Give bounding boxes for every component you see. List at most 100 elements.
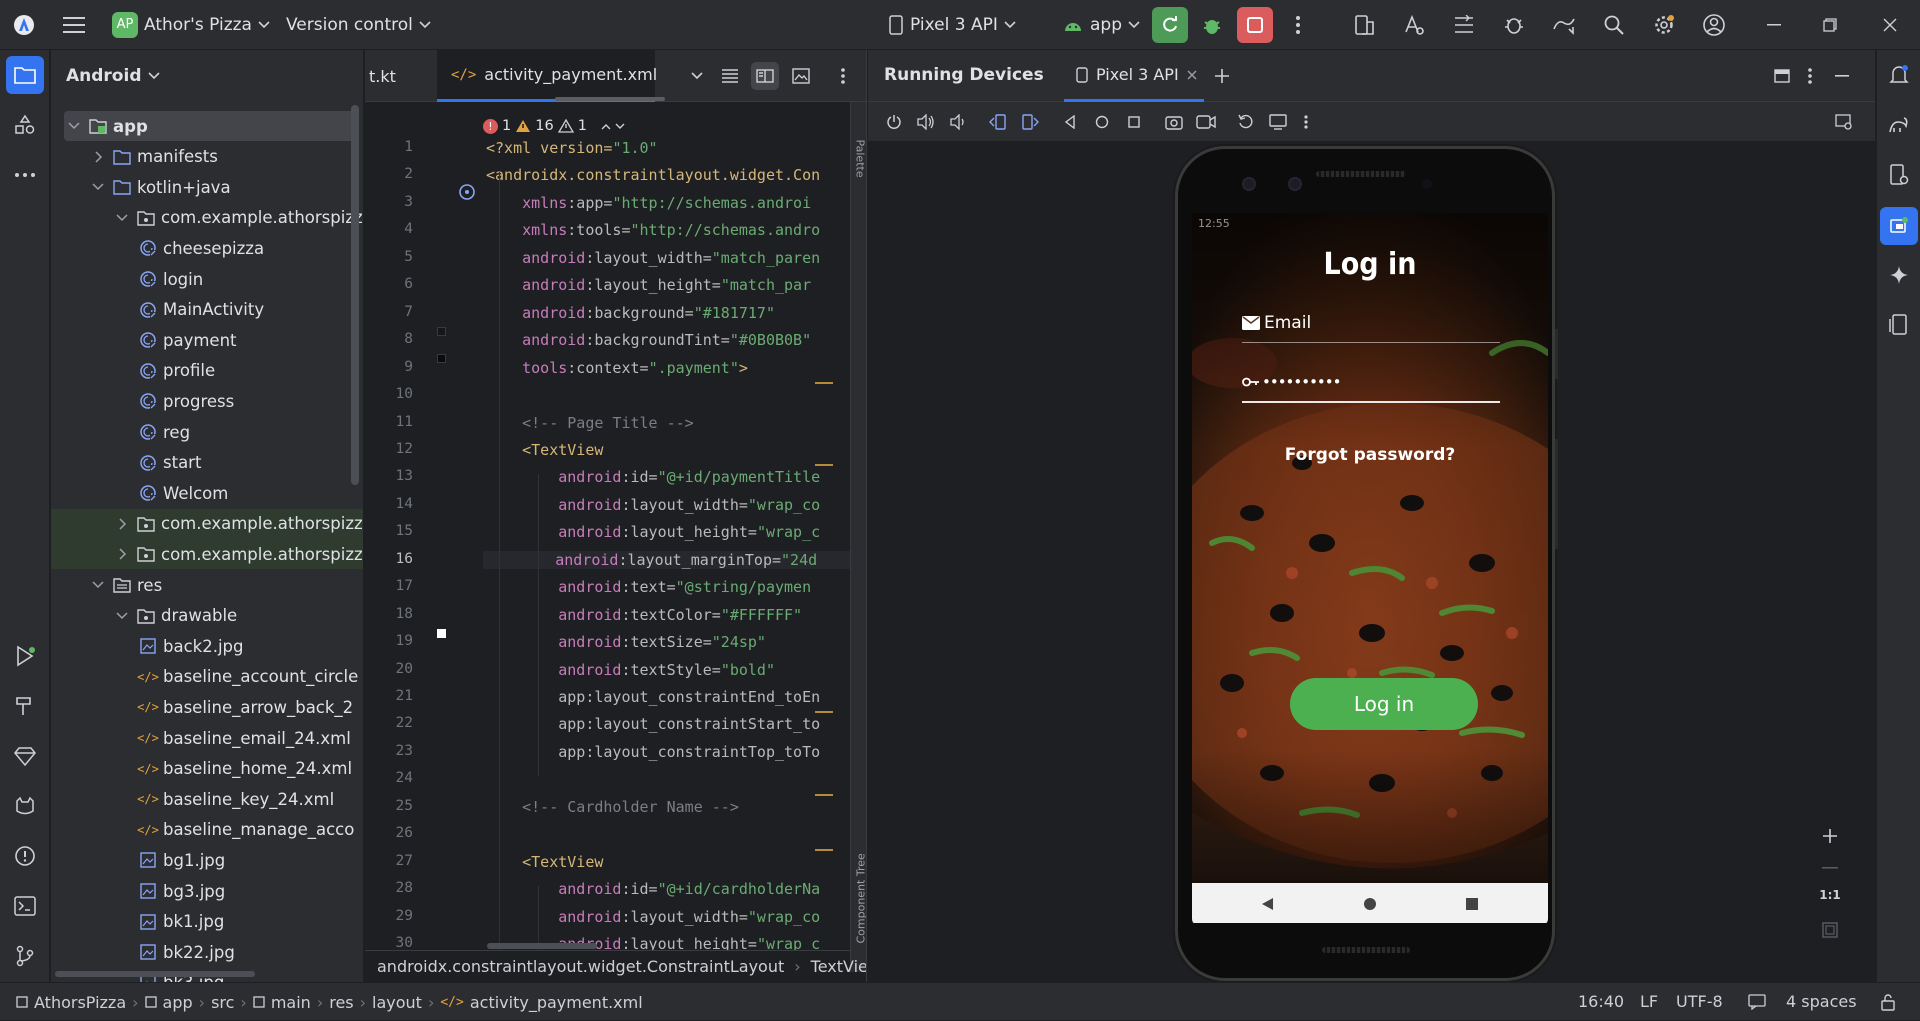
- rerun-button[interactable]: [1152, 7, 1188, 43]
- tree-item[interactable]: cheesepizza: [51, 233, 363, 263]
- settings-icon[interactable]: [1650, 11, 1678, 39]
- path-item[interactable]: app: [163, 993, 193, 1012]
- tree-item[interactable]: manifests: [51, 142, 363, 172]
- project-tool-icon[interactable]: [11, 61, 39, 89]
- code-line[interactable]: <!-- Cardholder Name -->: [486, 798, 739, 816]
- file-encoding[interactable]: UTF-8: [1676, 992, 1723, 1011]
- code-line[interactable]: android:backgroundTint="#0B0B0B": [486, 331, 811, 349]
- code-line[interactable]: <androidx.constraintlayout.widget.Con: [486, 166, 820, 184]
- build-tool-icon[interactable]: [11, 692, 39, 720]
- tree-item[interactable]: bg1.jpg: [51, 845, 363, 875]
- chevron-right-icon[interactable]: [91, 150, 105, 164]
- tree-item[interactable]: payment: [51, 325, 363, 355]
- path-item[interactable]: activity_payment.xml: [470, 993, 643, 1012]
- snapshot-icon[interactable]: [1232, 108, 1260, 136]
- volume-up-icon[interactable]: [912, 108, 940, 136]
- running-devices-tool-button[interactable]: [1880, 207, 1918, 245]
- editor-horizontal-scrollbar[interactable]: [487, 943, 597, 949]
- forgot-password-link[interactable]: Forgot password?: [1192, 445, 1548, 465]
- tree-item[interactable]: profile: [51, 356, 363, 386]
- chevron-right-icon[interactable]: [115, 547, 129, 561]
- rotate-right-icon[interactable]: [1016, 108, 1044, 136]
- problems-icon[interactable]: [11, 842, 39, 870]
- color-swatch-ffffff[interactable]: [437, 629, 446, 638]
- tab-device[interactable]: Pixel 3 API: [1064, 50, 1204, 102]
- gemini-icon[interactable]: [1885, 261, 1913, 289]
- debug-button[interactable]: [1198, 11, 1226, 39]
- code-line[interactable]: <!-- Page Title -->: [486, 414, 694, 432]
- tree-item[interactable]: </> baseline_account_circle: [51, 662, 363, 692]
- caret-position[interactable]: 16:40: [1578, 992, 1624, 1011]
- tree-item[interactable]: res: [51, 570, 363, 600]
- code-line[interactable]: android:layout_width="wrap_co: [486, 908, 820, 926]
- code-line[interactable]: android:id="@+id/paymentTitle: [486, 468, 820, 486]
- tree-item[interactable]: drawable: [51, 601, 363, 631]
- code-line[interactable]: android:textSize="24sp": [486, 633, 766, 651]
- version-control-icon[interactable]: [11, 942, 39, 970]
- logcat-icon[interactable]: [11, 792, 39, 820]
- tree-item[interactable]: bk22.jpg: [51, 937, 363, 967]
- component-tree-tab[interactable]: Component Tree: [855, 834, 867, 943]
- tabs-scrollbar[interactable]: [555, 97, 665, 101]
- chevron-down-icon[interactable]: [115, 211, 129, 225]
- code-line[interactable]: xmlns:tools="http://schemas.andro: [486, 221, 820, 239]
- emulator-icon[interactable]: [1885, 311, 1913, 339]
- power-icon[interactable]: [880, 108, 908, 136]
- email-field[interactable]: Email: [1242, 303, 1500, 343]
- close-icon[interactable]: [1187, 70, 1197, 80]
- terminal-icon[interactable]: [11, 892, 39, 920]
- more-actions-icon[interactable]: [1284, 11, 1312, 39]
- tree-item[interactable]: kotlin+java: [51, 172, 363, 202]
- rotate-left-icon[interactable]: [984, 108, 1012, 136]
- run-tool-icon[interactable]: [11, 642, 39, 670]
- screenshot-icon[interactable]: [1160, 108, 1188, 136]
- back-icon[interactable]: [1056, 108, 1084, 136]
- tree-item[interactable]: login: [51, 264, 363, 294]
- path-item[interactable]: res: [329, 993, 353, 1012]
- code-line[interactable]: android:background="#181717": [486, 304, 775, 322]
- run-config-selector[interactable]: app: [1054, 8, 1148, 42]
- stop-button[interactable]: [1237, 7, 1273, 43]
- chevron-down-icon[interactable]: [91, 180, 105, 194]
- code-line[interactable]: android:layout_width="wrap_co: [486, 496, 820, 514]
- home-icon[interactable]: [1088, 108, 1116, 136]
- search-icon[interactable]: [1600, 11, 1628, 39]
- more-tools-icon[interactable]: [11, 161, 39, 189]
- tree-item[interactable]: </> baseline_home_24.xml: [51, 754, 363, 784]
- zoom-in-icon[interactable]: [1816, 822, 1844, 850]
- breadcrumb-item[interactable]: androidx.constraintlayout.widget.Constra…: [377, 957, 784, 976]
- path-item[interactable]: AthorsPizza: [34, 993, 126, 1012]
- code-view-icon[interactable]: [716, 62, 744, 90]
- tree-item[interactable]: back2.jpg: [51, 631, 363, 661]
- project-view-selector[interactable]: Android: [51, 50, 363, 102]
- line-separator[interactable]: LF: [1640, 992, 1658, 1011]
- gradle-icon[interactable]: [1885, 111, 1913, 139]
- screen-record-icon[interactable]: [1192, 108, 1220, 136]
- indent-setting[interactable]: 4 spaces: [1786, 992, 1857, 1011]
- tree-item[interactable]: </> baseline_key_24.xml: [51, 784, 363, 814]
- tab-payment-kt[interactable]: t.kt: [369, 50, 396, 102]
- main-menu-icon[interactable]: [60, 11, 88, 39]
- project-selector[interactable]: AP Athor's Pizza: [104, 8, 278, 42]
- close-window-icon[interactable]: [1876, 11, 1904, 39]
- device-explorer-icon[interactable]: [1885, 161, 1913, 189]
- code-line[interactable]: android:layout_width="match_paren: [486, 249, 820, 267]
- color-swatch-0b0b0b[interactable]: [437, 354, 446, 363]
- password-field[interactable]: ••••••••••: [1242, 363, 1500, 403]
- tab-activity-payment-xml[interactable]: </> activity_payment.xml: [437, 50, 657, 102]
- code-line[interactable]: <?xml version="1.0": [486, 139, 658, 157]
- code-line[interactable]: android:layout_height="wrap_c: [486, 523, 820, 541]
- overview-icon[interactable]: [1120, 108, 1148, 136]
- tree-item[interactable]: reg: [51, 417, 363, 447]
- hide-panel-icon[interactable]: [1828, 62, 1856, 90]
- code-line[interactable]: app:layout_constraintTop_toTo: [486, 743, 820, 761]
- build-variants-icon[interactable]: [1450, 11, 1478, 39]
- chevron-right-icon[interactable]: [115, 517, 129, 531]
- tree-item[interactable]: bk1.jpg: [51, 907, 363, 937]
- login-button[interactable]: Log in: [1290, 678, 1478, 730]
- code-line[interactable]: <TextView: [486, 441, 603, 459]
- account-icon[interactable]: [1700, 11, 1728, 39]
- readonly-toggle-icon[interactable]: [1748, 994, 1766, 1010]
- activity-gutter-icon[interactable]: [457, 182, 483, 208]
- chevron-down-icon[interactable]: [67, 119, 81, 133]
